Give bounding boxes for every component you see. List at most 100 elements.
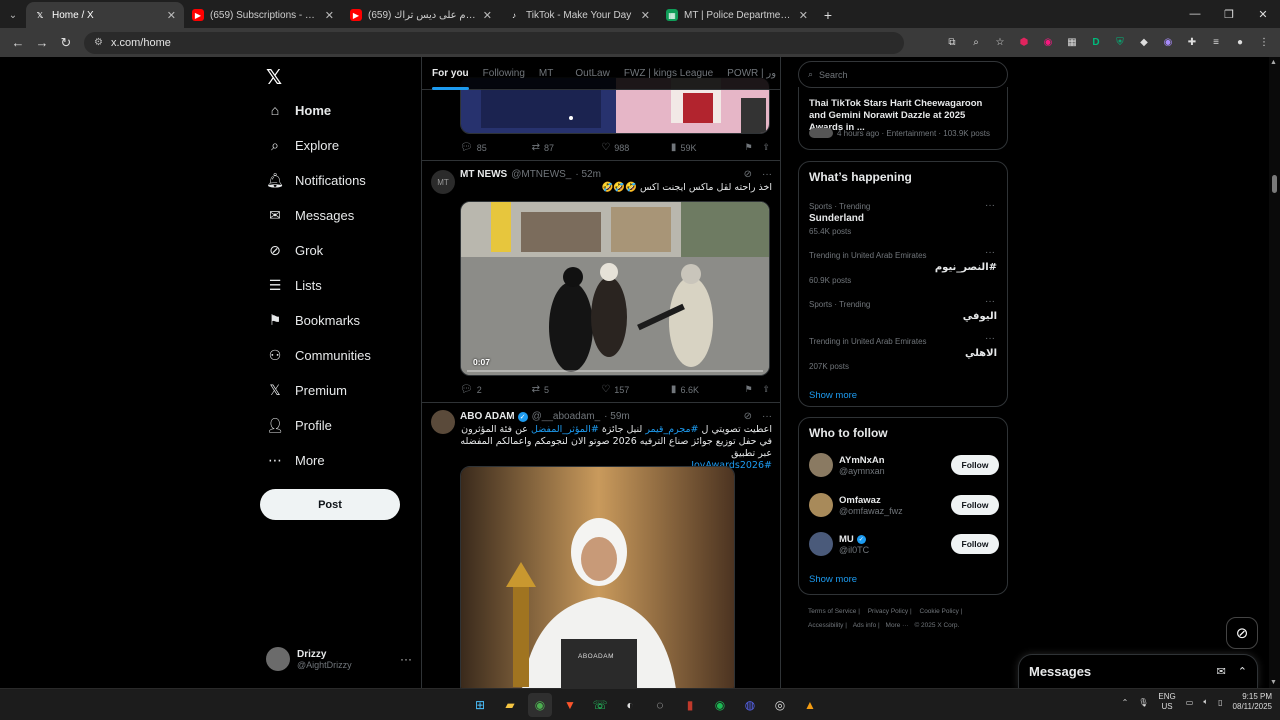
- close-window-icon[interactable]: ✕: [1246, 0, 1280, 28]
- chevron-up-icon[interactable]: ⌃: [1122, 698, 1129, 707]
- nav-notifications[interactable]: 🔔︎ Notifications: [266, 165, 366, 195]
- tab-search-icon[interactable]: ⌄: [0, 2, 26, 28]
- extensions-puzzle-icon[interactable]: ✚: [1182, 33, 1202, 53]
- clock[interactable]: 9:15 PM 08/11/2025: [1233, 692, 1272, 712]
- extension-shield-icon[interactable]: ⛨: [1110, 33, 1130, 53]
- network-icon[interactable]: ▭: [1186, 698, 1194, 707]
- profile-avatar-icon[interactable]: ●: [1230, 33, 1250, 53]
- extension-d-icon[interactable]: D: [1086, 33, 1106, 53]
- top-story-card[interactable]: Thai TikTok Stars Harit Cheewagaroon and…: [798, 87, 1008, 150]
- post-time[interactable]: · 59m: [604, 411, 630, 422]
- video-progress-bar[interactable]: [467, 370, 763, 372]
- nav-premium[interactable]: 𝕏 Premium: [266, 375, 347, 405]
- scroll-up-icon[interactable]: ▲: [1270, 59, 1277, 66]
- share-icon[interactable]: ⇪: [762, 384, 770, 395]
- post-time[interactable]: · 52m: [575, 169, 601, 180]
- extension-pink-icon[interactable]: ◉: [1038, 33, 1058, 53]
- nav-lists[interactable]: ☰ Lists: [266, 270, 322, 300]
- close-tab-icon[interactable]: ✕: [641, 9, 650, 22]
- chrome-icon[interactable]: ◉: [528, 693, 552, 717]
- bookmark-icon[interactable]: ⚑: [745, 142, 763, 153]
- file-explorer-icon[interactable]: ▰: [498, 693, 522, 717]
- browser-menu-icon[interactable]: ⋮: [1254, 33, 1274, 53]
- trend-title[interactable]: Sunderland: [809, 213, 864, 224]
- language-indicator[interactable]: ENG US: [1158, 692, 1175, 712]
- discord-icon[interactable]: ◍: [738, 693, 762, 717]
- more-horizontal-icon[interactable]: ···: [762, 169, 772, 180]
- install-app-icon[interactable]: ⧉: [942, 33, 962, 53]
- close-tab-icon[interactable]: ✕: [325, 9, 334, 22]
- more-horizontal-icon[interactable]: ···: [762, 411, 772, 422]
- address-bar[interactable]: ⚙ x.com/home: [84, 31, 904, 54]
- app-icon[interactable]: ◐: [618, 693, 642, 717]
- brave-icon[interactable]: ▼: [558, 693, 582, 717]
- tab-youtube-subscriptions[interactable]: ▶ (659) Subscriptions - YouTube ✕: [184, 2, 342, 28]
- trend-title[interactable]: اليوفي: [963, 311, 997, 322]
- scrollbar-thumb[interactable]: [1272, 175, 1277, 193]
- search-input[interactable]: ⌕ Search: [798, 61, 1008, 88]
- more-horizontal-icon[interactable]: ···: [985, 333, 995, 344]
- follow-button[interactable]: Follow: [951, 455, 999, 475]
- avatar[interactable]: MT: [431, 170, 455, 194]
- post-author-name[interactable]: MT NEWS: [460, 169, 507, 180]
- like-button[interactable]: ♡ 988: [601, 142, 671, 153]
- post-author-handle[interactable]: @MTNEWS_: [511, 169, 571, 180]
- minimize-icon[interactable]: —: [1178, 0, 1212, 28]
- tab-outlaw[interactable]: OutLaw: [575, 57, 609, 90]
- scroll-down-icon[interactable]: ▼: [1270, 679, 1277, 686]
- windows-start-icon[interactable]: ⊞: [468, 693, 492, 717]
- close-tab-icon[interactable]: ✕: [483, 9, 492, 22]
- nav-profile[interactable]: 👤︎ Profile: [266, 410, 332, 440]
- views-button[interactable]: ▮ 6.6K: [671, 384, 745, 395]
- nav-more[interactable]: ⋯ More: [266, 445, 325, 475]
- back-icon[interactable]: ←: [6, 31, 30, 55]
- post-button[interactable]: Post: [260, 489, 400, 520]
- repost-button[interactable]: ⇄ 87: [532, 142, 602, 153]
- tab-tiktok[interactable]: ♪ TikTok - Make Your Day ✕: [500, 2, 658, 28]
- close-tab-icon[interactable]: ✕: [167, 9, 176, 22]
- hashtag-link[interactable]: #المؤثر_المفضل: [531, 424, 599, 435]
- reply-button[interactable]: 💬︎ 85: [460, 142, 532, 153]
- trend-title[interactable]: الاهلي: [965, 348, 997, 359]
- new-tab-button[interactable]: +: [816, 2, 840, 28]
- tab-x-home[interactable]: 𝕏 Home / X ✕: [26, 2, 184, 28]
- reply-button[interactable]: 💬︎ 2: [460, 384, 532, 395]
- post-media[interactable]: ABOADAM: [460, 466, 735, 688]
- repost-button[interactable]: ⇄ 5: [532, 384, 602, 395]
- extension-eye-icon[interactable]: ◉: [1158, 33, 1178, 53]
- messages-drawer[interactable]: Messages ✉ ⌃: [1018, 654, 1258, 688]
- hashtag-link[interactable]: #مجرم_قيمر: [645, 424, 698, 435]
- restore-icon[interactable]: ❐: [1212, 0, 1246, 28]
- tab-fwz-kings-league[interactable]: FWZ | kings League: [624, 57, 713, 90]
- more-horizontal-icon[interactable]: ···: [985, 247, 995, 258]
- tab-google-sheets[interactable]: ▦ MT | Police Departments v7.0 - ✕: [658, 2, 816, 28]
- footer-link[interactable]: Ads info: [853, 622, 877, 629]
- whatsapp-icon[interactable]: ☏: [588, 693, 612, 717]
- show-more-link[interactable]: Show more: [809, 390, 857, 401]
- nav-explore[interactable]: ⌕ Explore: [266, 130, 339, 160]
- grok-icon[interactable]: ⊘: [744, 169, 752, 180]
- forward-icon[interactable]: →: [30, 31, 54, 55]
- more-horizontal-icon[interactable]: ···: [985, 200, 995, 211]
- more-horizontal-icon[interactable]: ···: [985, 296, 995, 307]
- show-more-link[interactable]: Show more: [809, 574, 857, 585]
- footer-link[interactable]: Cookie Policy: [920, 608, 959, 615]
- tab-youtube-video[interactable]: ▶ (659) رد فعل وثام على ديس تراك ✕: [342, 2, 500, 28]
- more-horizontal-icon[interactable]: ···: [400, 652, 412, 666]
- tab-powr[interactable]: POWR | ور: [727, 57, 776, 90]
- new-message-icon[interactable]: ✉: [1217, 665, 1226, 678]
- tab-for-you[interactable]: For you: [432, 57, 469, 90]
- like-button[interactable]: ♡ 157: [601, 384, 671, 395]
- footer-link[interactable]: Terms of Service: [808, 608, 856, 615]
- nav-grok[interactable]: ⊘ Grok: [266, 235, 323, 265]
- nav-bookmarks[interactable]: ⚑ Bookmarks: [266, 305, 360, 335]
- bookmark-icon[interactable]: ⚑: [745, 384, 763, 395]
- app-icon[interactable]: ◎: [768, 693, 792, 717]
- grok-floating-button[interactable]: ⊘: [1226, 617, 1258, 649]
- app-icon[interactable]: ▲: [798, 693, 822, 717]
- share-icon[interactable]: ⇪: [762, 142, 770, 153]
- reload-icon[interactable]: ↻: [54, 31, 78, 55]
- nav-messages[interactable]: ✉ Messages: [266, 200, 354, 230]
- nav-home[interactable]: ⌂ Home: [266, 95, 331, 125]
- footer-link[interactable]: Privacy Policy: [868, 608, 908, 615]
